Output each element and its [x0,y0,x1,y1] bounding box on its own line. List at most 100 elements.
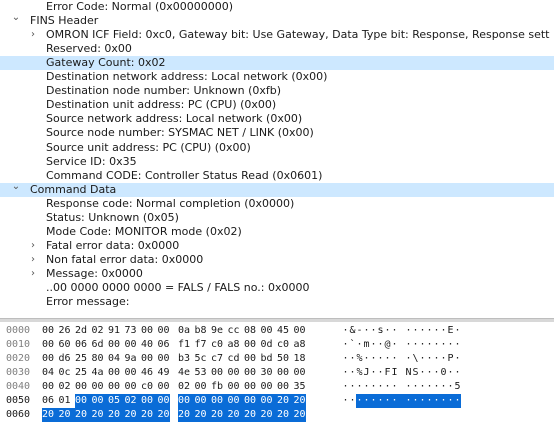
ascii-char[interactable]: · [433,394,440,408]
tree-row[interactable]: Status: Unknown (0x05) [0,211,554,225]
ascii-char[interactable]: · [433,366,440,380]
ascii-char[interactable]: · [405,352,412,366]
ascii-char[interactable]: · [433,352,440,366]
hex-byte[interactable]: 02 [124,394,141,408]
ascii-char[interactable]: · [426,352,433,366]
hex-byte[interactable]: 20 [124,408,141,422]
hex-byte[interactable]: b8 [195,324,207,338]
ascii-char[interactable]: · [433,380,440,394]
hex-byte[interactable]: 20 [244,408,261,422]
ascii-char[interactable]: · [447,380,454,394]
tree-row[interactable]: ⌄ FINS Header [0,12,554,28]
tree-row[interactable]: Source unit address: PC (CPU) (0x00) [0,141,554,155]
hex-byte[interactable]: 00 [157,394,170,408]
hex-byte[interactable]: 00 [158,352,170,366]
hex-byte[interactable]: 05 [108,394,125,408]
ascii-char[interactable] [398,352,405,366]
ascii-char[interactable]: · [370,352,377,366]
ascii-char[interactable]: m [363,338,370,352]
hex-byte[interactable]: 20 [211,408,228,422]
hex-byte[interactable]: 00 [42,380,54,394]
ascii-char[interactable]: · [440,352,447,366]
ascii-char[interactable]: % [356,366,363,380]
hex-byte[interactable]: 01 [59,394,71,408]
ascii-char[interactable]: · [384,380,391,394]
hex-byte[interactable]: 91 [108,324,120,338]
hex-byte[interactable]: 2d [75,324,87,338]
hex-byte[interactable]: 20 [178,408,195,422]
tree-row[interactable]: ..00 0000 0000 0000 = FALS / FALS no.: 0… [0,281,554,295]
hex-byte[interactable]: b3 [178,352,190,366]
hex-byte[interactable]: 20 [141,408,158,422]
ascii-char[interactable]: · [426,366,433,380]
ascii-char[interactable]: J [363,366,370,380]
hex-byte[interactable]: 20 [293,394,306,408]
tree-row[interactable]: Response code: Normal completion (0x0000… [0,197,554,211]
tree-row[interactable]: Command CODE: Controller Status Read (0x… [0,169,554,183]
hex-byte[interactable]: 00 [194,394,211,408]
ascii-char[interactable] [398,338,405,352]
hex-byte[interactable]: 30 [261,366,273,380]
hex-byte[interactable]: 20 [260,408,277,422]
hex-byte[interactable]: c0 [211,338,223,352]
hex-byte[interactable]: d6 [59,352,71,366]
hex-byte[interactable]: c7 [211,352,223,366]
tree-row[interactable]: Reserved: 0x00 [0,42,554,56]
ascii-char[interactable] [398,324,405,338]
hex-byte[interactable]: 00 [141,394,158,408]
hex-byte[interactable]: 00 [158,380,170,394]
hex-byte[interactable]: 00 [261,324,273,338]
ascii-char[interactable]: · [440,324,447,338]
hex-byte[interactable]: 00 [260,394,277,408]
collapse-right-icon[interactable]: › [27,267,39,281]
hex-byte[interactable]: c0 [141,380,153,394]
hex-byte[interactable]: 00 [228,380,240,394]
ascii-char[interactable]: % [356,352,363,366]
ascii-char[interactable]: · [377,366,384,380]
ascii-char[interactable]: · [370,380,377,394]
ascii-char[interactable]: · [440,380,447,394]
hex-byte[interactable]: 00 [141,352,153,366]
hex-byte[interactable]: 73 [125,324,137,338]
hex-byte[interactable]: 0a [178,324,190,338]
ascii-char[interactable]: · [454,366,461,380]
ascii-char[interactable]: 0 [440,366,447,380]
hex-byte[interactable]: 00 [244,394,261,408]
ascii-char[interactable]: · [426,394,433,408]
hex-byte[interactable]: 08 [244,324,256,338]
hex-byte[interactable]: 04 [42,366,54,380]
ascii-char[interactable]: · [391,380,398,394]
ascii-char[interactable]: · [447,338,454,352]
hex-byte[interactable]: 20 [58,408,75,422]
hex-byte[interactable]: 00 [277,380,289,394]
hex-byte[interactable]: 06 [42,394,54,408]
ascii-char[interactable]: · [412,338,419,352]
hex-byte[interactable]: 00 [277,366,289,380]
ascii-char[interactable]: I [391,366,398,380]
hex-byte[interactable]: 00 [211,394,228,408]
ascii-char[interactable]: · [426,324,433,338]
ascii-char[interactable]: \ [412,352,419,366]
hex-byte[interactable]: fb [211,380,223,394]
hex-byte[interactable]: 00 [108,338,120,352]
packet-details-tree[interactable]: Error Code: Normal (0x00000000) ⌄ FINS Hea… [0,0,554,317]
ascii-char[interactable]: · [342,366,349,380]
hex-byte[interactable]: f7 [195,338,207,352]
hex-byte[interactable]: 04 [108,352,120,366]
ascii-char[interactable]: · [349,352,356,366]
hex-byte[interactable]: 46 [141,366,153,380]
ascii-char[interactable]: · [454,324,461,338]
hex-byte[interactable]: 00 [75,380,87,394]
ascii-char[interactable]: · [447,394,454,408]
hex-byte[interactable]: 5c [195,352,207,366]
hex-byte[interactable]: 20 [91,408,108,422]
ascii-char[interactable]: S [412,366,419,380]
hex-byte[interactable]: 20 [277,408,294,422]
hex-byte[interactable]: 00 [42,324,54,338]
tree-row[interactable]: Service ID: 0x35 [0,155,554,169]
ascii-char[interactable]: · [433,324,440,338]
hex-byte[interactable]: 53 [195,366,207,380]
ascii-char[interactable]: · [419,352,426,366]
hex-byte[interactable]: 9a [125,352,137,366]
ascii-char[interactable]: · [363,352,370,366]
